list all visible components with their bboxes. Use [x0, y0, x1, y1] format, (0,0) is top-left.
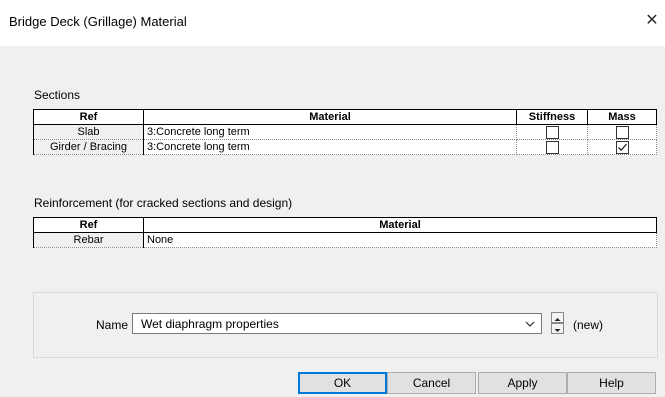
reinforcement-header-row: Ref Material: [33, 217, 657, 233]
col-header-material: Material: [143, 217, 657, 233]
stiffness-checkbox[interactable]: [545, 140, 559, 154]
name-label: Name: [96, 318, 129, 332]
name-value: Wet diaphragm properties: [141, 317, 279, 331]
spin-up-button[interactable]: [551, 312, 564, 323]
mass-cell: [587, 124, 657, 140]
name-spinner[interactable]: [551, 312, 564, 334]
col-header-mass: Mass: [587, 109, 657, 125]
col-header-stiffness: Stiffness: [516, 109, 588, 125]
cancel-button[interactable]: Cancel: [387, 372, 476, 394]
sections-header-row: Ref Material Stiffness Mass: [33, 109, 657, 125]
name-combobox[interactable]: Wet diaphragm properties: [132, 313, 542, 334]
mass-checkbox[interactable]: [615, 140, 629, 154]
checkmark-icon: [617, 143, 627, 151]
spin-down-icon: [554, 329, 561, 332]
table-row: Girder / Bracing 3:Concrete long term: [33, 139, 657, 155]
sections-label: Sections: [34, 88, 81, 102]
stiffness-cell: [516, 124, 588, 140]
stiffness-checkbox[interactable]: [545, 125, 559, 139]
table-row: Slab 3:Concrete long term: [33, 124, 657, 140]
close-button[interactable]: ✕: [639, 6, 665, 36]
title-bar: Bridge Deck (Grillage) Material ✕: [0, 0, 665, 46]
close-icon: ✕: [645, 12, 659, 29]
stiffness-cell: [516, 139, 588, 155]
reinforcement-label: Reinforcement (for cracked sections and …: [34, 196, 293, 210]
chevron-down-icon[interactable]: [524, 316, 536, 332]
row-material-cell[interactable]: 3:Concrete long term: [143, 124, 517, 140]
row-ref-cell[interactable]: Rebar: [33, 232, 144, 248]
mass-checkbox[interactable]: [615, 125, 629, 139]
sections-table: Ref Material Stiffness Mass Slab 3:Concr…: [33, 109, 657, 155]
ok-button[interactable]: OK: [298, 372, 387, 394]
apply-button[interactable]: Apply: [478, 372, 567, 394]
window-title: Bridge Deck (Grillage) Material: [9, 14, 187, 29]
col-header-ref: Ref: [33, 217, 144, 233]
mass-cell: [587, 139, 657, 155]
col-header-material: Material: [143, 109, 517, 125]
row-material-cell[interactable]: None: [143, 232, 657, 248]
table-row: Rebar None: [33, 232, 657, 248]
help-button[interactable]: Help: [567, 372, 656, 394]
new-status-label: (new): [573, 318, 604, 332]
col-header-ref: Ref: [33, 109, 144, 125]
spin-down-button[interactable]: [551, 323, 564, 334]
row-ref-cell[interactable]: Girder / Bracing: [33, 139, 144, 155]
row-material-cell[interactable]: 3:Concrete long term: [143, 139, 517, 155]
reinforcement-table: Ref Material Rebar None: [33, 217, 657, 248]
row-ref-cell[interactable]: Slab: [33, 124, 144, 140]
